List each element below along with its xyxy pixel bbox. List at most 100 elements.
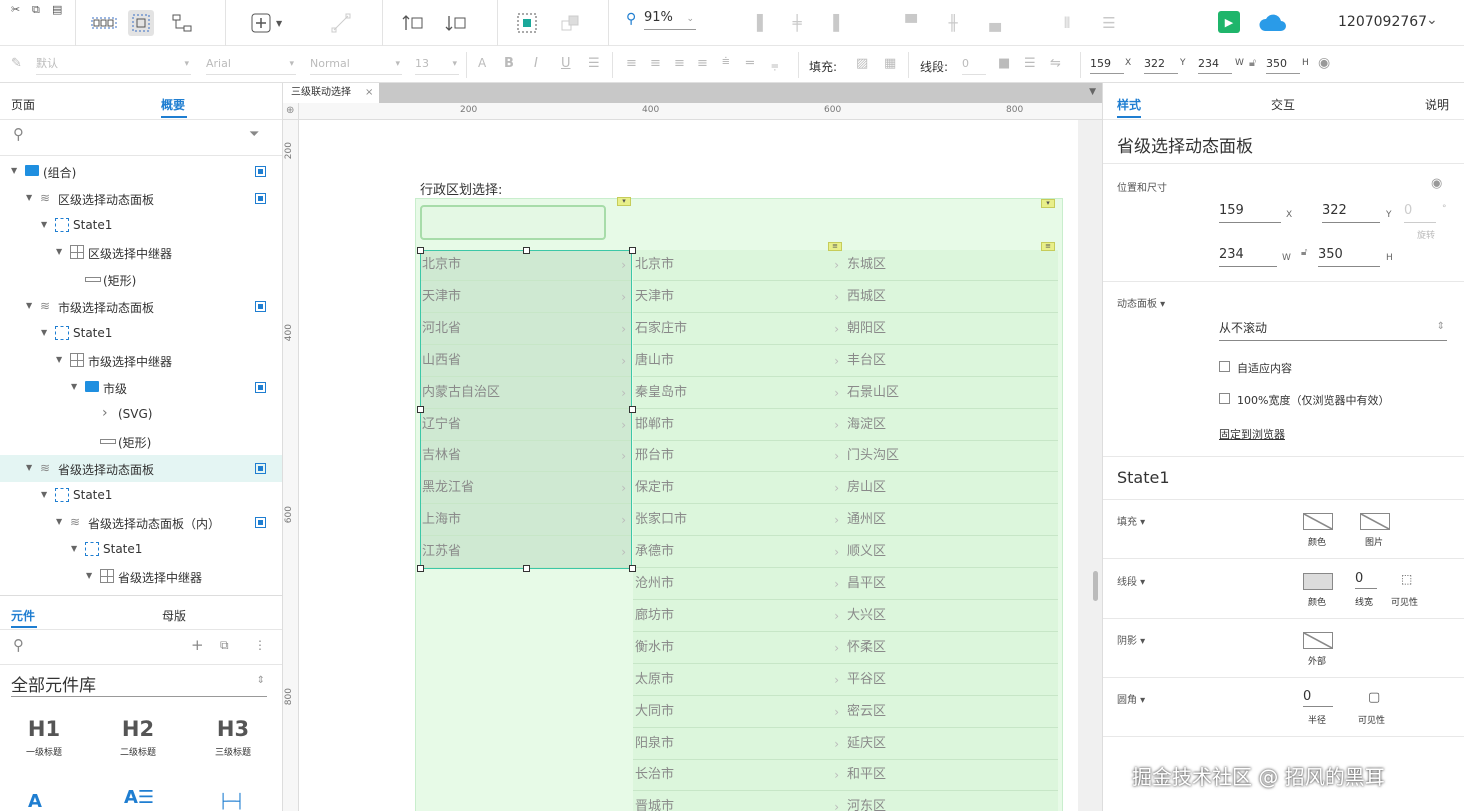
list-item[interactable]: 太原市 ›	[633, 665, 845, 696]
w-input[interactable]: 234	[1219, 245, 1277, 267]
tree-item-city-panel[interactable]: ▼ ≋ 市级选择动态面板	[0, 293, 282, 320]
tree-item-state[interactable]: ▼ State1	[0, 212, 282, 239]
tree-item-province-repeater[interactable]: ▼ 省级选择中继器	[0, 563, 282, 590]
tree-item-group[interactable]: ▼ (组合)	[0, 158, 282, 185]
shadow-outer-swatch[interactable]	[1303, 632, 1333, 649]
chevron-down-icon[interactable]: ▼	[41, 220, 47, 229]
tab-widgets[interactable]: 元件	[11, 607, 35, 624]
tab-pages[interactable]: 页面	[11, 96, 35, 113]
connector-icon[interactable]	[169, 10, 195, 36]
tab-interactions[interactable]: 交互	[1271, 96, 1295, 113]
x-input[interactable]: 159	[1090, 56, 1124, 74]
copy-icon[interactable]: ⧉	[32, 4, 40, 15]
tree-item-svg[interactable]: › (SVG)	[0, 401, 282, 428]
tree-item-state[interactable]: ▼ State1	[0, 536, 282, 563]
search-icon[interactable]: ⚲	[13, 127, 24, 142]
resize-handle[interactable]	[629, 406, 636, 413]
tree-item-city-repeater[interactable]: ▼ 市级选择中继器	[0, 347, 282, 374]
list-item[interactable]: 门头沟区	[845, 441, 1058, 473]
chevron-down-icon[interactable]: ▼	[56, 247, 62, 256]
list-item[interactable]: 张家口市 ›	[633, 505, 845, 537]
chevron-down-icon[interactable]: ▼	[276, 20, 282, 28]
search-icon[interactable]: ⚲	[13, 638, 24, 653]
list-item[interactable]: 通州区	[845, 505, 1058, 537]
list-item[interactable]: 怀柔区	[845, 633, 1058, 664]
list-item[interactable]: 阳泉市 ›	[633, 729, 845, 760]
visibility-eye-icon[interactable]: ◉	[1318, 56, 1330, 70]
list-item[interactable]: 天津市 ›	[633, 282, 845, 313]
cloud-publish-icon[interactable]	[1256, 10, 1288, 36]
full-width-checkbox[interactable]	[1219, 393, 1230, 404]
canvas-scrollbar[interactable]	[1093, 571, 1098, 601]
cut-icon[interactable]: ✂	[11, 4, 20, 15]
group-icon[interactable]	[514, 10, 540, 36]
stroke-label[interactable]: 线段 ▾	[1117, 573, 1145, 588]
library-select[interactable]: 全部元件库 ⇕	[11, 671, 267, 697]
library-copy-icon[interactable]: ⧉	[220, 639, 229, 651]
list-item[interactable]: 承德市 ›	[633, 537, 845, 569]
add-library-icon[interactable]: +	[191, 638, 204, 653]
resize-handle[interactable]	[523, 565, 530, 572]
list-item[interactable]: 平谷区	[845, 665, 1058, 696]
visibility-eye-icon[interactable]: ◉	[1431, 177, 1442, 190]
list-item[interactable]: 顺义区	[845, 537, 1058, 569]
chevron-down-icon[interactable]: ▼	[26, 193, 32, 202]
visibility-checkbox[interactable]	[255, 517, 266, 528]
close-icon[interactable]: ×	[365, 83, 373, 103]
text-label-widget-icon[interactable]: A	[28, 793, 42, 811]
scroll-behavior-select[interactable]: 从不滚动 ⇕	[1219, 319, 1447, 341]
list-item[interactable]: 东城区	[845, 250, 1058, 281]
chevron-down-icon[interactable]: ▼	[86, 571, 92, 580]
tab-outline[interactable]: 概要	[161, 96, 185, 113]
list-item[interactable]: 昌平区	[845, 569, 1058, 600]
chevron-down-icon[interactable]: ▼	[11, 166, 17, 175]
paragraph-widget-icon[interactable]: A☰	[124, 789, 154, 807]
stroke-visibility-icon[interactable]: ⬚	[1401, 573, 1412, 585]
chevron-down-icon[interactable]: ▼	[41, 328, 47, 337]
widget-title[interactable]: 省级选择动态面板	[1117, 132, 1253, 157]
x-input[interactable]: 159	[1219, 201, 1281, 223]
preview-play-icon[interactable]: ▶	[1218, 11, 1240, 33]
resize-handle[interactable]	[417, 565, 424, 572]
h-input[interactable]: 350	[1266, 56, 1300, 74]
list-item[interactable]: 丰台区	[845, 346, 1058, 377]
corner-radius-input[interactable]: 0	[1303, 687, 1333, 707]
chevron-down-icon[interactable]: ▼	[26, 301, 32, 310]
tree-item-state[interactable]: ▼ State1	[0, 320, 282, 347]
chevron-down-icon[interactable]: ▼	[26, 463, 32, 472]
tab-menu-chevron-icon[interactable]: ▼	[1089, 87, 1096, 97]
list-item[interactable]: 密云区	[845, 697, 1058, 728]
province-input-box[interactable]	[420, 205, 606, 240]
fill-image-swatch[interactable]	[1360, 513, 1390, 530]
user-account[interactable]: 1207092767	[1338, 14, 1427, 30]
more-options-icon[interactable]: ⋮	[254, 639, 266, 651]
rotation-input[interactable]: 0	[1404, 201, 1436, 223]
list-item[interactable]: 房山区	[845, 473, 1058, 505]
list-item[interactable]: 石家庄市 ›	[633, 314, 845, 345]
visibility-checkbox[interactable]	[255, 382, 266, 393]
search-icon[interactable]: ⚲	[626, 12, 636, 26]
list-item[interactable]: 沧州市 ›	[633, 569, 845, 600]
list-item[interactable]: 廊坊市 ›	[633, 601, 845, 632]
insert-add-icon[interactable]	[248, 10, 274, 36]
tree-item-rectangle[interactable]: (矩形)	[0, 428, 282, 455]
resize-handle[interactable]	[417, 406, 424, 413]
pin-to-browser-link[interactable]: 固定到浏览器	[1219, 426, 1285, 442]
widget-h2[interactable]: H2 二级标题	[108, 717, 168, 758]
widget-h1[interactable]: H1 一级标题	[14, 717, 74, 758]
select-contain-icon[interactable]	[128, 10, 154, 36]
list-item[interactable]: 晋城市 ›	[633, 792, 845, 811]
chevron-down-icon[interactable]: ▼	[56, 355, 62, 364]
visibility-checkbox[interactable]	[255, 301, 266, 312]
shadow-label[interactable]: 阴影 ▾	[1117, 632, 1145, 647]
document-tab[interactable]: 三级联动选择 ×	[283, 83, 379, 103]
chevron-down-icon[interactable]: ▼	[71, 382, 77, 391]
chevron-down-icon[interactable]: ▼	[41, 490, 47, 499]
corner-visibility-icon[interactable]: ▢	[1368, 691, 1380, 704]
list-item[interactable]: 保定市 ›	[633, 473, 845, 505]
corner-radius-label[interactable]: 圆角 ▾	[1117, 691, 1145, 706]
tree-item-city-group[interactable]: ▼ 市级	[0, 374, 282, 401]
list-item[interactable]: 延庆区	[845, 729, 1058, 760]
tree-item-district-repeater[interactable]: ▼ 区级选择中继器	[0, 239, 282, 266]
chevron-down-icon[interactable]: ▼	[56, 517, 62, 526]
